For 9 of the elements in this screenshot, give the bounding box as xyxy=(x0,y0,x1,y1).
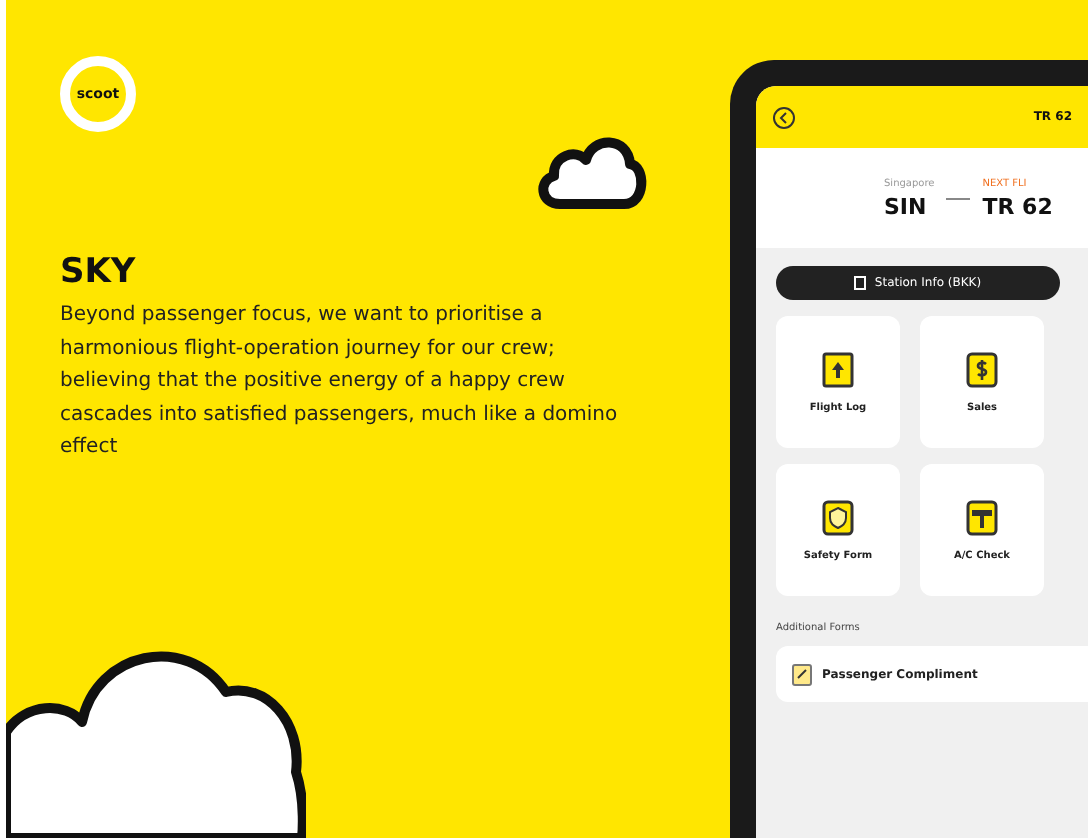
section-title: SKY xyxy=(60,252,138,292)
form-icon xyxy=(792,663,812,685)
document-icon xyxy=(854,276,867,290)
safety-icon xyxy=(818,498,858,538)
origin-code: SIN xyxy=(884,193,929,219)
next-flight-number: TR 62 xyxy=(982,193,1053,219)
back-icon[interactable] xyxy=(772,105,796,129)
sales-icon xyxy=(962,350,1002,390)
section-description: Beyond passenger focus, we want to prioritise a harmonious flight-operation journey for our crew; believing that the positive energy of a happy crew cascades into satisfied passengers, much like a domino effect xyxy=(60,302,620,463)
